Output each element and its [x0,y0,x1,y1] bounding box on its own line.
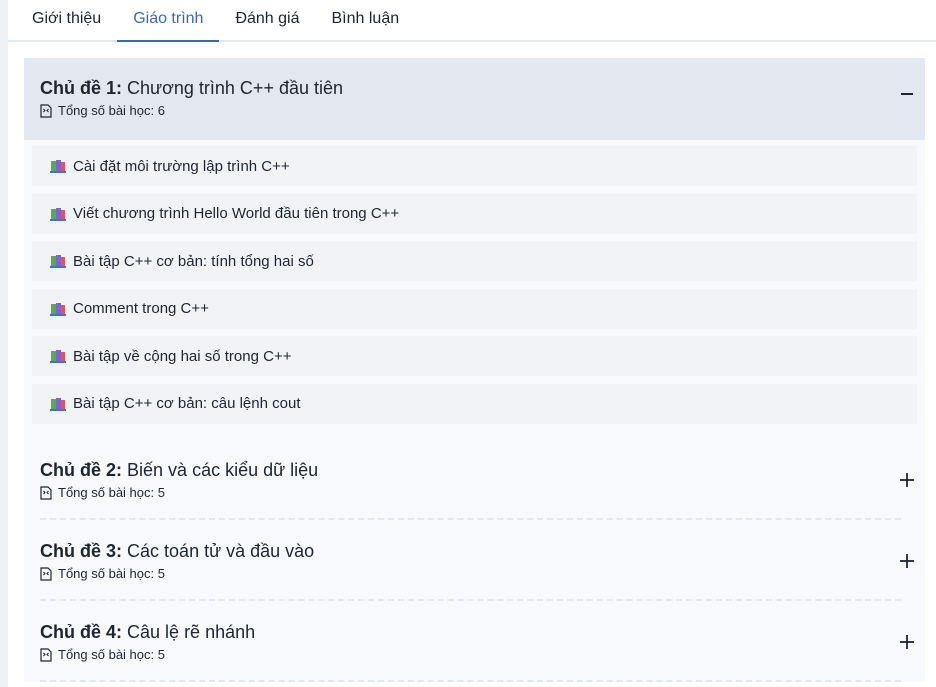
topic-1-header[interactable]: Chủ đề 1: Chương trình C++ đầu tiên Tổng… [24,58,925,140]
lesson-count: Tổng số bài học: 5 [40,566,925,581]
minus-icon[interactable] [899,86,915,102]
lesson-item[interactable]: Cài đặt môi trường lập trình C++ [32,146,917,186]
topic-4: Chủ đề 4: Câu lệ rẽ nhánh Tổng số bài họ… [24,601,925,682]
lesson-count: Tổng số bài học: 5 [40,647,925,662]
topic-name: Biến và các kiểu dữ liệu [127,460,319,480]
book-icon [50,397,66,411]
topic-4-header[interactable]: Chủ đề 4: Câu lệ rẽ nhánh Tổng số bài họ… [24,601,925,682]
lesson-count-text: Tổng số bài học: 5 [58,485,165,500]
topic-name: Câu lệ rẽ nhánh [127,622,256,642]
document-icon [40,103,52,118]
lesson-item[interactable]: Comment trong C++ [32,288,917,329]
topic-3: Chủ đề 3: Các toán tử và đầu vào Tổng số… [24,520,925,601]
tab-comments[interactable]: Bình luận [316,10,416,40]
divider [40,680,901,682]
tab-reviews[interactable]: Đánh giá [219,10,315,40]
lesson-title: Bài tập về cộng hai số trong C++ [73,347,292,365]
topic-name: Chương trình C++ đầu tiên [127,78,344,98]
topic-name: Các toán tử và đầu vào [127,541,315,561]
lesson-list: Cài đặt môi trường lập trình C++ Viết ch… [24,140,925,439]
tab-curriculum[interactable]: Giáo trình [117,10,220,42]
course-panel: Giới thiệu Giáo trình Đánh giá Bình luận… [8,0,936,687]
topic-prefix: Chủ đề 3: [40,541,123,561]
lesson-item[interactable]: Bài tập C++ cơ bản: câu lệnh cout [32,383,917,424]
topic-title: Chủ đề 4: Câu lệ rẽ nhánh [40,621,925,643]
topic-title: Chủ đề 2: Biến và các kiểu dữ liệu [40,459,925,481]
book-icon [50,160,66,173]
topic-prefix: Chủ đề 2: [40,460,123,480]
lesson-item[interactable]: Viết chương trình Hello World đầu tiên t… [32,193,917,234]
topic-title: Chủ đề 3: Các toán tử và đầu vào [40,540,925,562]
tab-bar: Giới thiệu Giáo trình Đánh giá Bình luận [8,0,936,42]
lesson-count-text: Tổng số bài học: 5 [58,647,165,662]
lesson-count: Tổng số bài học: 5 [40,485,925,500]
lesson-title: Cài đặt môi trường lập trình C++ [73,157,290,175]
lesson-item[interactable]: Bài tập về cộng hai số trong C++ [32,336,917,376]
curriculum-list: Chủ đề 1: Chương trình C++ đầu tiên Tổng… [24,58,925,682]
document-icon [40,647,52,662]
lesson-count-text: Tổng số bài học: 6 [58,103,165,118]
lesson-title: Bài tập C++ cơ bản: câu lệnh cout [73,395,301,412]
book-icon [50,207,66,221]
topic-title: Chủ đề 1: Chương trình C++ đầu tiên [40,77,925,99]
document-icon [40,485,52,500]
lesson-title: Bài tập C++ cơ bản: tính tổng hai số [73,252,314,270]
lesson-title: Viết chương trình Hello World đầu tiên t… [73,205,400,222]
lesson-title: Comment trong C++ [73,300,209,317]
lesson-item[interactable]: Bài tập C++ cơ bản: tính tổng hai số [32,241,917,281]
document-icon [40,566,52,581]
book-icon [50,255,66,268]
book-icon [50,302,66,316]
plus-icon[interactable] [899,553,915,569]
plus-icon[interactable] [899,472,915,488]
topic-2: Chủ đề 2: Biến và các kiểu dữ liệu Tổng … [24,439,925,520]
lesson-count-text: Tổng số bài học: 5 [58,566,165,581]
topic-prefix: Chủ đề 1: [40,78,123,98]
topic-2-header[interactable]: Chủ đề 2: Biến và các kiểu dữ liệu Tổng … [24,439,925,520]
tab-intro[interactable]: Giới thiệu [16,10,117,40]
plus-icon[interactable] [899,634,915,650]
topic-3-header[interactable]: Chủ đề 3: Các toán tử và đầu vào Tổng số… [24,520,925,601]
book-icon [50,350,66,363]
topic-1: Chủ đề 1: Chương trình C++ đầu tiên Tổng… [24,58,925,439]
lesson-count: Tổng số bài học: 6 [40,103,925,118]
topic-prefix: Chủ đề 4: [40,622,123,642]
